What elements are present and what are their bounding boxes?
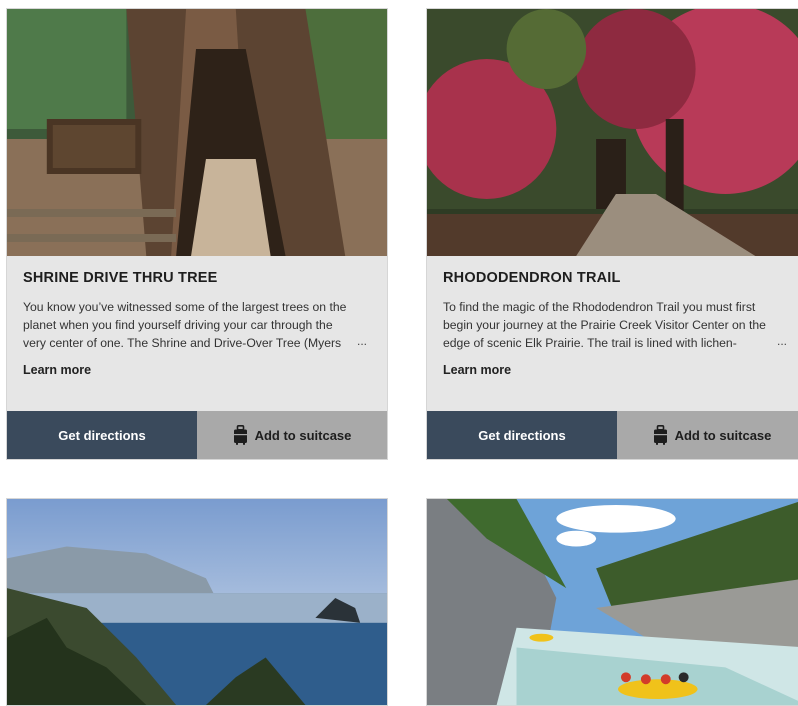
- shrine-tree-image[interactable]: [7, 9, 387, 256]
- card-description: To find the magic of the Rhododendron Tr…: [443, 300, 766, 350]
- river-rafting-image[interactable]: [426, 498, 798, 706]
- suitcase-icon: [653, 425, 667, 445]
- card-title: SHRINE DRIVE THRU TREE: [23, 270, 218, 286]
- coastline-image[interactable]: [6, 498, 388, 706]
- more-ellipsis: ...: [356, 334, 367, 348]
- learn-more-link[interactable]: Learn more: [443, 363, 511, 377]
- shrine-tree-photo: [7, 9, 387, 256]
- card-actions: Get directions Add to suitcase: [7, 411, 387, 459]
- more-ellipsis: ...: [776, 334, 787, 348]
- suitcase-icon: [233, 425, 247, 445]
- rhododendron-trail-image[interactable]: [427, 9, 798, 256]
- add-to-suitcase-label: Add to suitcase: [254, 427, 352, 443]
- card-body: RHODODENDRON TRAIL To find the magic of …: [427, 256, 798, 411]
- add-to-suitcase-label: Add to suitcase: [674, 427, 772, 443]
- add-to-suitcase-button[interactable]: Add to suitcase: [197, 411, 387, 459]
- get-directions-button[interactable]: Get directions: [7, 411, 197, 459]
- attraction-card-rhododendron: RHODODENDRON TRAIL To find the magic of …: [426, 8, 798, 460]
- add-to-suitcase-button[interactable]: Add to suitcase: [617, 411, 798, 459]
- card-title: RHODODENDRON TRAIL: [443, 270, 621, 286]
- attraction-card-shrine: SHRINE DRIVE THRU TREE You know you’ve w…: [6, 8, 388, 460]
- card-description: You know you’ve witnessed some of the la…: [23, 300, 347, 350]
- get-directions-button[interactable]: Get directions: [427, 411, 617, 459]
- card-actions: Get directions Add to suitcase: [427, 411, 798, 459]
- rhododendron-trail-photo: [427, 9, 798, 256]
- learn-more-link[interactable]: Learn more: [23, 363, 91, 377]
- coastline-photo: [7, 499, 387, 705]
- river-rafting-photo: [427, 499, 798, 705]
- card-body: SHRINE DRIVE THRU TREE You know you’ve w…: [7, 256, 387, 411]
